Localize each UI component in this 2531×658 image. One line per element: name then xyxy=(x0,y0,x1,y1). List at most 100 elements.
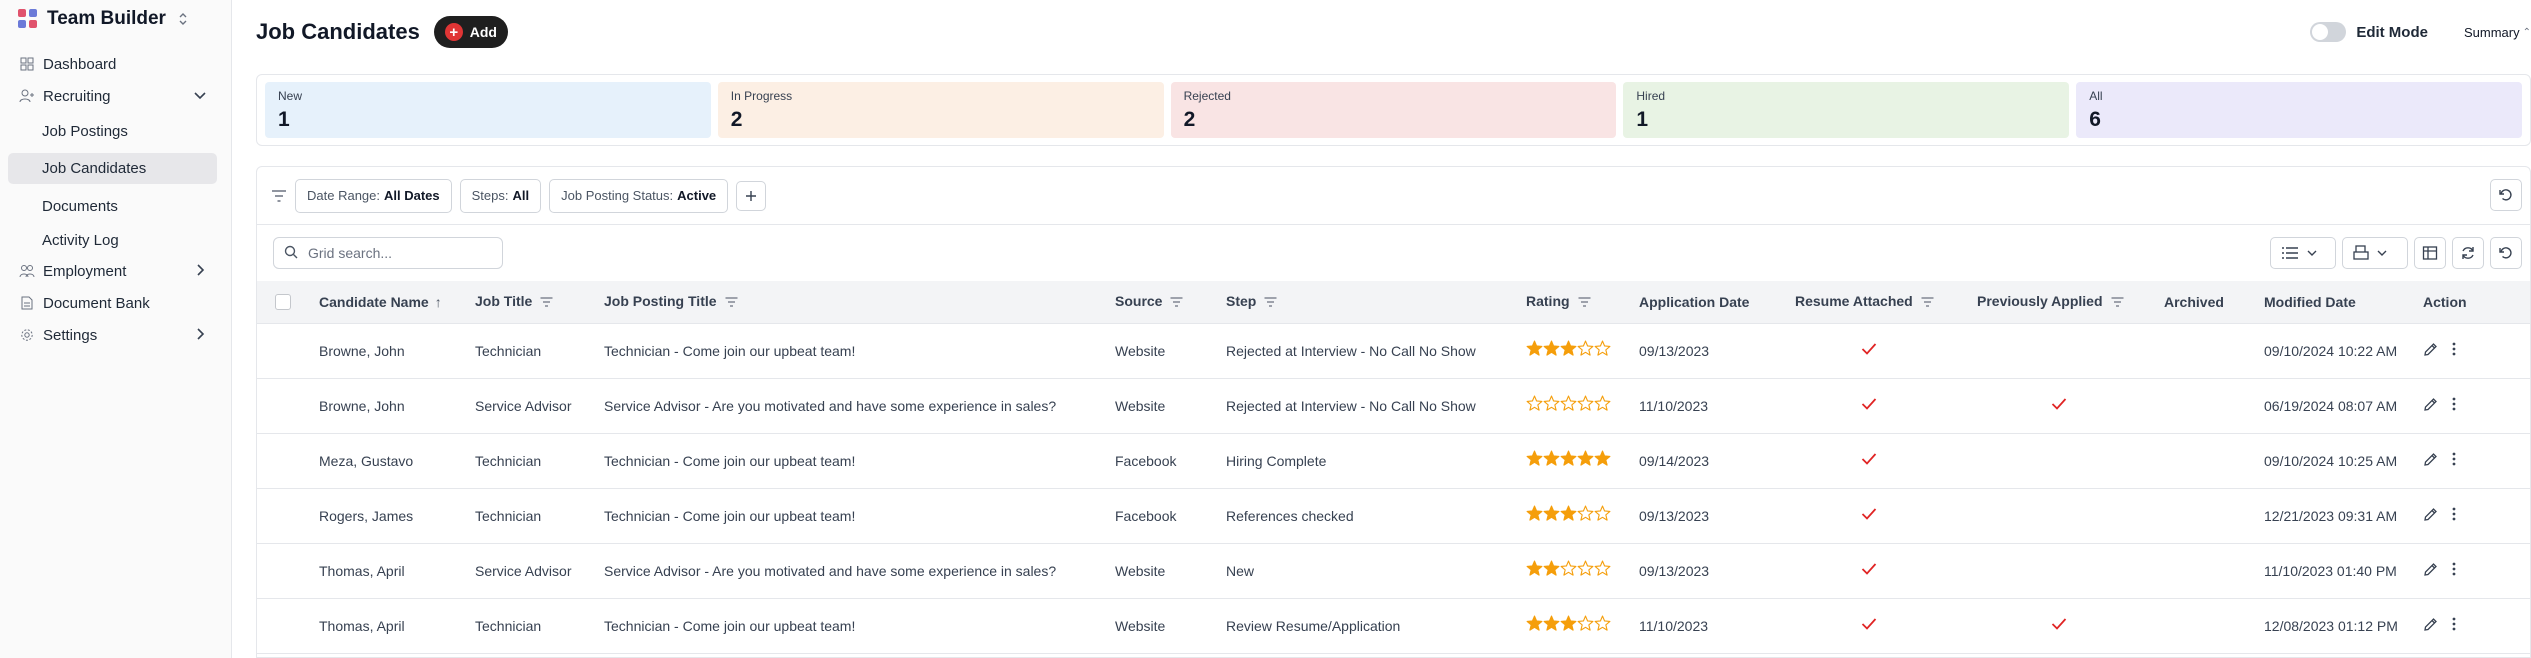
sidebar-item-recruiting[interactable]: Recruiting xyxy=(0,80,231,112)
col-step[interactable]: Step xyxy=(1226,281,1526,324)
rating-stars[interactable] xyxy=(1526,615,1611,635)
chevron-right-icon[interactable] xyxy=(193,327,207,345)
star-filled-icon[interactable] xyxy=(1526,560,1543,576)
star-empty-icon[interactable] xyxy=(1594,505,1611,521)
star-filled-icon[interactable] xyxy=(1543,340,1560,356)
col-modified-date[interactable]: Modified Date xyxy=(2264,281,2423,324)
star-empty-icon[interactable] xyxy=(1594,615,1611,631)
more-options-icon[interactable] xyxy=(2452,342,2456,359)
summary-card-in-progress[interactable]: In Progress 2 xyxy=(717,82,1164,138)
select-all-header[interactable] xyxy=(257,281,319,324)
sort-asc-icon[interactable]: ↑ xyxy=(435,294,442,310)
star-filled-icon[interactable] xyxy=(1543,450,1560,466)
chevron-down-icon[interactable] xyxy=(193,88,207,106)
steps-filter[interactable]: Steps: All xyxy=(459,178,542,213)
posting-status-filter[interactable]: Job Posting Status: Active xyxy=(549,178,729,213)
summary-card-rejected[interactable]: Rejected 2 xyxy=(1170,82,1617,138)
star-empty-icon[interactable] xyxy=(1543,395,1560,411)
star-empty-icon[interactable] xyxy=(1577,395,1594,411)
edit-icon[interactable] xyxy=(2423,342,2438,360)
edit-icon[interactable] xyxy=(2423,507,2438,525)
star-empty-icon[interactable] xyxy=(1577,340,1594,356)
column-filter-icon[interactable] xyxy=(1170,294,1183,310)
star-filled-icon[interactable] xyxy=(1543,615,1560,631)
row-select-cell[interactable] xyxy=(257,598,319,654)
sidebar-item-settings[interactable]: Settings xyxy=(0,319,231,351)
more-options-icon[interactable] xyxy=(2452,397,2456,414)
row-select-cell[interactable] xyxy=(257,378,319,434)
table-row[interactable]: Thomas, April Technician Technician - Come… xyxy=(257,598,2530,654)
star-empty-icon[interactable] xyxy=(1594,560,1611,576)
row-select-cell[interactable] xyxy=(257,488,319,544)
col-candidate-name[interactable]: Candidate Name ↑ xyxy=(319,281,475,324)
col-job-title[interactable]: Job Title xyxy=(475,281,604,324)
star-filled-icon[interactable] xyxy=(1560,340,1577,356)
edit-icon[interactable] xyxy=(2423,562,2438,580)
search-input[interactable]: Grid search... xyxy=(273,237,503,269)
sidebar-subitem-job-candidates[interactable]: Job Candidates xyxy=(8,153,217,184)
col-source[interactable]: Source xyxy=(1115,281,1226,324)
star-filled-icon[interactable] xyxy=(1526,450,1543,466)
col-application-date[interactable]: Application Date xyxy=(1639,281,1795,324)
column-filter-icon[interactable] xyxy=(1264,294,1277,310)
star-filled-icon[interactable] xyxy=(1560,505,1577,521)
rating-stars[interactable] xyxy=(1526,450,1611,470)
column-filter-icon[interactable] xyxy=(1578,294,1591,310)
star-empty-icon[interactable] xyxy=(1577,505,1594,521)
star-empty-icon[interactable] xyxy=(1526,395,1543,411)
column-filter-icon[interactable] xyxy=(540,294,553,310)
star-empty-icon[interactable] xyxy=(1577,560,1594,576)
star-filled-icon[interactable] xyxy=(1526,615,1543,631)
add-button[interactable]: + Add xyxy=(433,16,508,48)
summary-card-hired[interactable]: Hired 1 xyxy=(1623,82,2070,138)
more-options-icon[interactable] xyxy=(2452,452,2456,469)
summary-card-all[interactable]: All 6 xyxy=(2076,82,2522,138)
sidebar-item-document-bank[interactable]: Document Bank xyxy=(0,287,231,319)
edit-icon[interactable] xyxy=(2423,452,2438,470)
star-empty-icon[interactable] xyxy=(1594,395,1611,411)
refresh-button[interactable] xyxy=(2452,237,2484,269)
table-row[interactable]: Browne, John Service Advisor Service Advis… xyxy=(257,378,2530,434)
summary-toggle[interactable]: Summary ⌃ xyxy=(2464,25,2531,40)
export-dropdown[interactable] xyxy=(2342,237,2408,269)
row-select-cell[interactable] xyxy=(257,433,319,489)
column-filter-icon[interactable] xyxy=(1921,294,1934,310)
col-resume-attached[interactable]: Resume Attached xyxy=(1795,281,1977,324)
star-filled-icon[interactable] xyxy=(1526,340,1543,356)
sidebar-item-employment[interactable]: Employment xyxy=(0,255,231,287)
table-row[interactable]: Rogers, James Technician Technician - Come… xyxy=(257,488,2530,544)
sidebar-subitem-documents[interactable]: Documents xyxy=(0,191,231,221)
filter-icon[interactable] xyxy=(271,189,287,202)
star-filled-icon[interactable] xyxy=(1543,505,1560,521)
select-all-checkbox[interactable] xyxy=(275,294,291,311)
star-filled-icon[interactable] xyxy=(1560,450,1577,466)
star-filled-icon[interactable] xyxy=(1594,450,1611,466)
table-row[interactable]: Thomas, April Service Advisor Service Advi… xyxy=(257,543,2530,599)
edit-icon[interactable] xyxy=(2423,617,2438,635)
star-empty-icon[interactable] xyxy=(1560,395,1577,411)
sidebar-subitem-activity-log[interactable]: Activity Log xyxy=(0,225,231,255)
column-filter-icon[interactable] xyxy=(725,294,738,310)
date-range-filter[interactable]: Date Range: All Dates xyxy=(295,178,452,213)
more-options-icon[interactable] xyxy=(2452,562,2456,579)
star-empty-icon[interactable] xyxy=(1577,615,1594,631)
star-empty-icon[interactable] xyxy=(1594,340,1611,356)
add-filter-button[interactable] xyxy=(736,180,767,211)
brand[interactable]: Team Builder xyxy=(0,2,231,36)
col-archived[interactable]: Archived xyxy=(2164,281,2264,324)
star-filled-icon[interactable] xyxy=(1543,560,1560,576)
rating-stars[interactable] xyxy=(1526,505,1611,525)
star-filled-icon[interactable] xyxy=(1526,505,1543,521)
edit-icon[interactable] xyxy=(2423,397,2438,415)
column-filter-icon[interactable] xyxy=(2111,294,2124,310)
reset-filters-button[interactable] xyxy=(2490,179,2522,211)
more-options-icon[interactable] xyxy=(2452,617,2456,634)
col-rating[interactable]: Rating xyxy=(1526,281,1639,324)
star-filled-icon[interactable] xyxy=(1560,615,1577,631)
switcher-chevron-icon[interactable] xyxy=(178,12,188,26)
table-row[interactable]: Browne, John Technician Technician - Come … xyxy=(257,323,2530,379)
columns-button[interactable] xyxy=(2414,237,2446,269)
row-select-cell[interactable] xyxy=(257,323,319,379)
edit-mode-toggle[interactable] xyxy=(2310,22,2347,42)
table-row[interactable]: Meza, Gustavo Technician Technician - Come… xyxy=(257,433,2530,489)
